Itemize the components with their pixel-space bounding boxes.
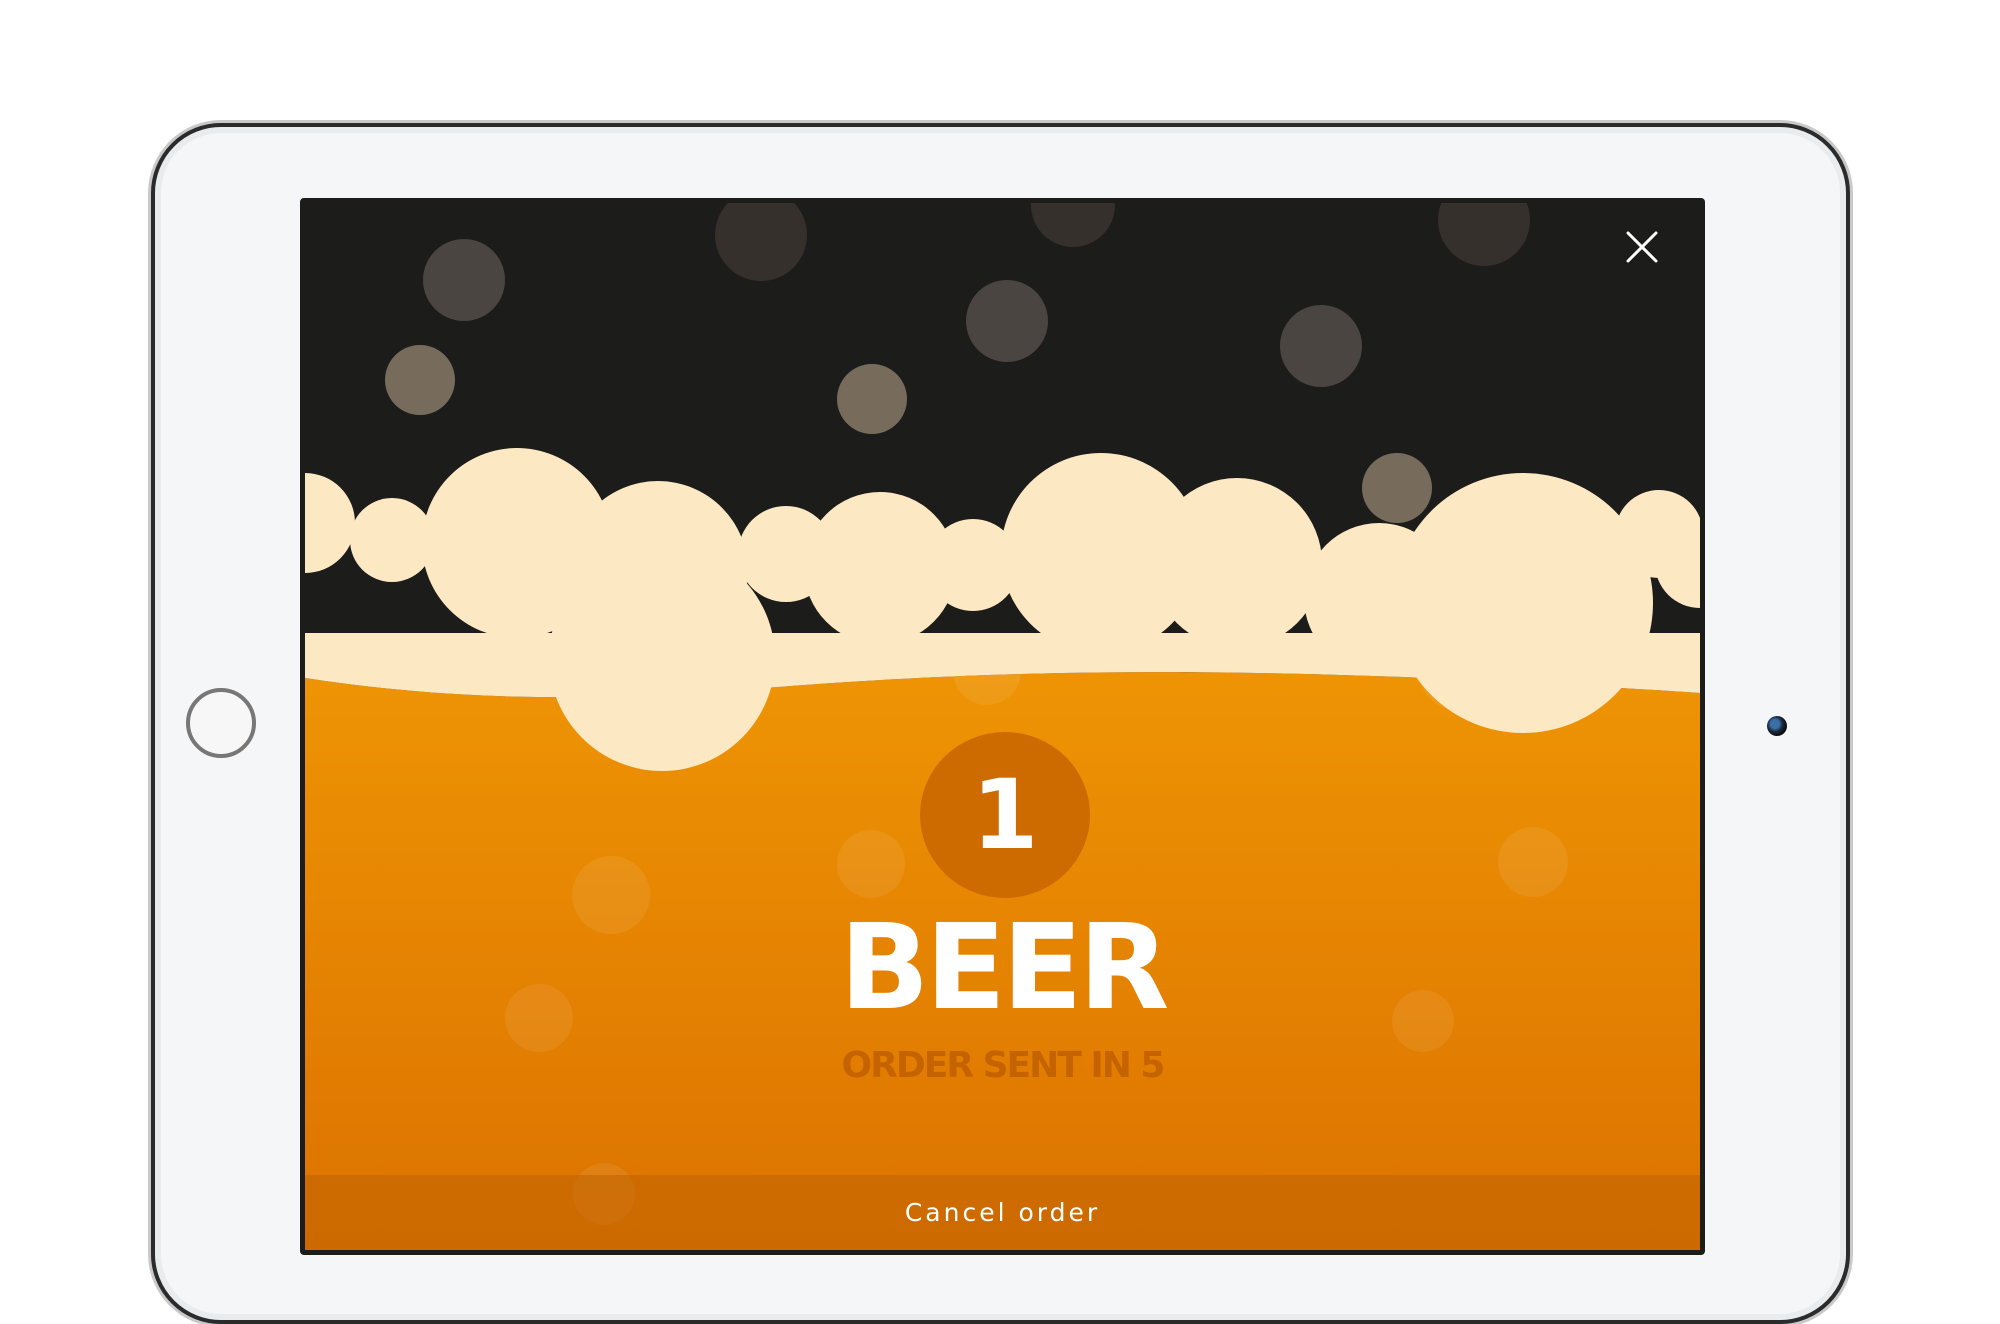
close-button[interactable] [1622,227,1662,267]
bubble [837,364,907,434]
bubble [837,830,905,898]
bubble [423,239,505,321]
camera-lens [1767,716,1787,736]
cancel-order-button[interactable]: Cancel order [305,1175,1700,1250]
close-icon [1626,231,1658,263]
order-confirmation-screen: 1 BEER ORDER SENT IN 5 Cancel order [300,198,1705,1255]
quantity-value: 1 [971,759,1039,871]
beer-illustration [305,203,1700,1250]
bubble [966,280,1048,362]
home-button[interactable] [186,688,256,758]
order-countdown-status: ORDER SENT IN 5 [841,1045,1166,1086]
foam-drip [549,545,775,771]
bubble [385,345,455,415]
item-name: BEER [839,898,1169,1036]
cancel-order-label: Cancel order [904,1198,1101,1227]
bubble [1280,305,1362,387]
bubble [1362,453,1432,523]
quantity-badge: 1 [920,732,1090,898]
bubble [1498,827,1568,897]
